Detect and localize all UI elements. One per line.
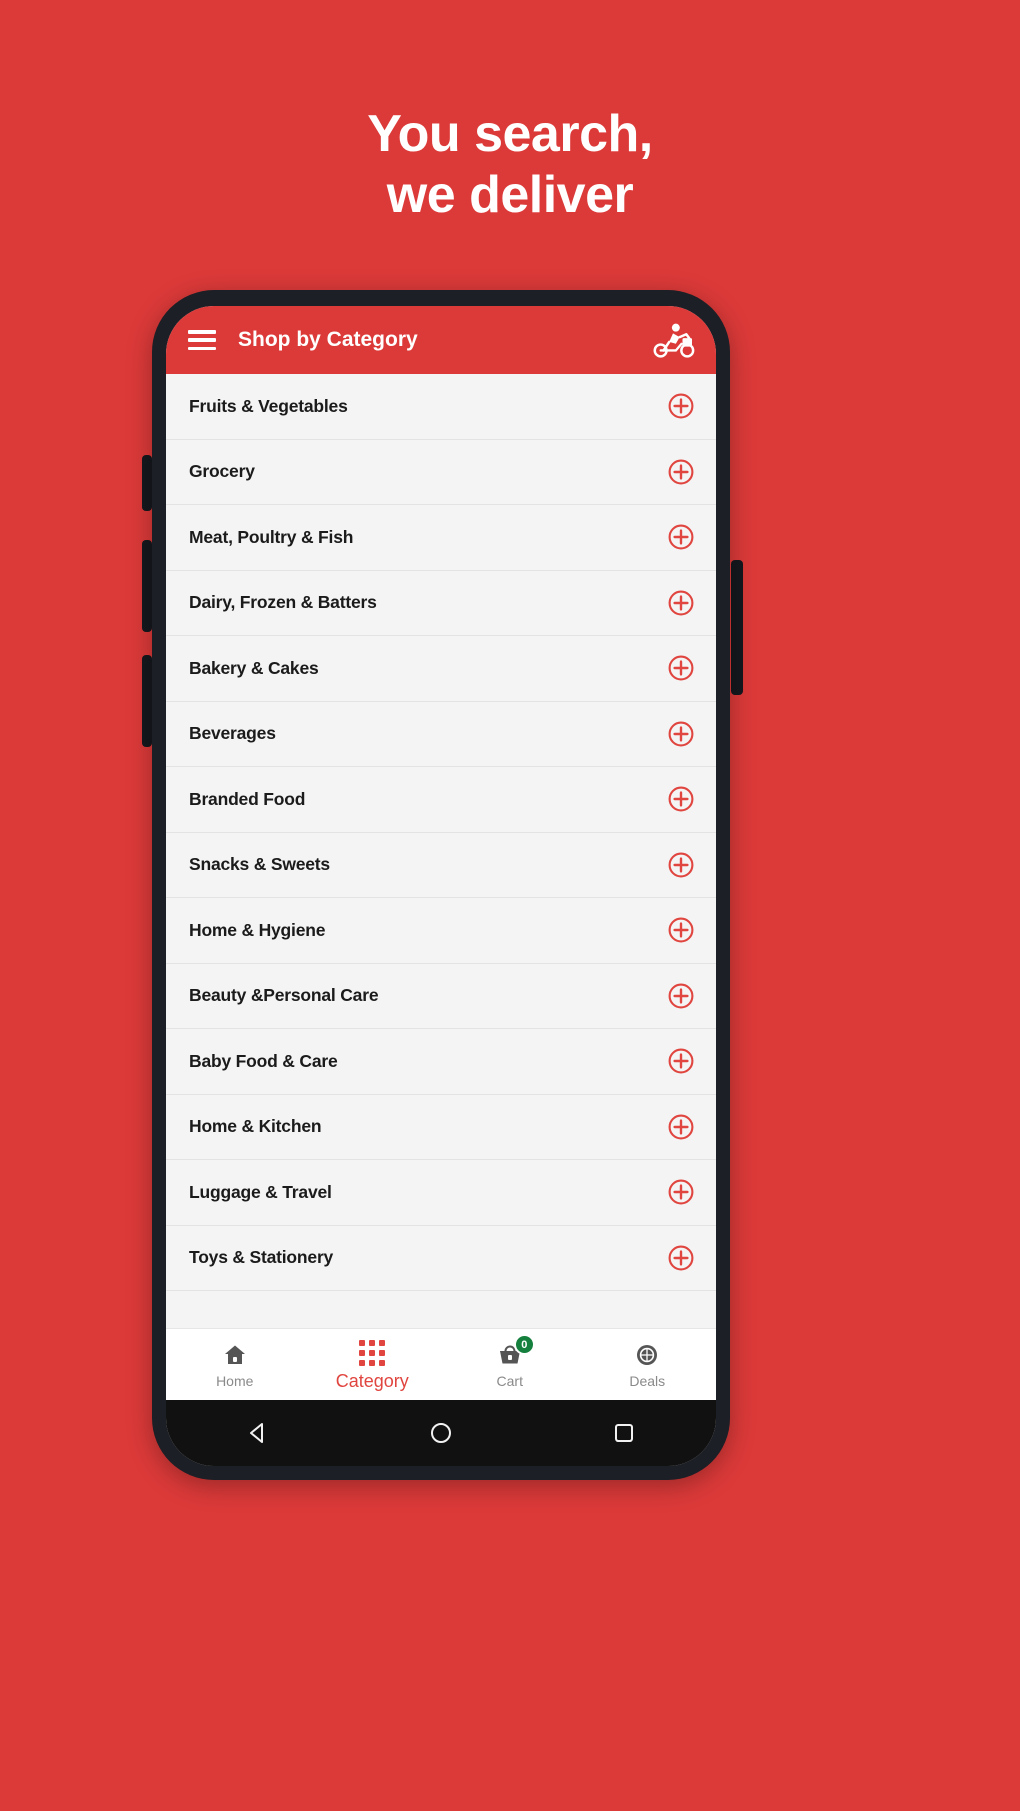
category-row[interactable]: Baby Food & Care	[166, 1029, 716, 1095]
phone-screen-bezel: Shop by Category Fruits & Vegetables Gro…	[166, 306, 716, 1466]
plus-circle-icon[interactable]	[668, 1179, 694, 1205]
category-row[interactable]: Bakery & Cakes	[166, 636, 716, 702]
nav-tab-category-label: Category	[335, 1371, 409, 1391]
home-icon	[223, 1341, 247, 1369]
nav-tab-deals[interactable]: Deals	[579, 1329, 717, 1400]
category-row[interactable]: Fruits & Vegetables	[166, 374, 716, 440]
category-label: Baby Food & Care	[189, 1050, 338, 1071]
category-label: Snacks & Sweets	[189, 854, 330, 875]
plus-circle-icon[interactable]	[668, 524, 694, 550]
category-label: Dairy, Frozen & Batters	[189, 592, 377, 613]
nav-tab-cart-label: Cart	[496, 1373, 523, 1389]
plus-circle-icon[interactable]	[668, 917, 694, 943]
android-navigation-bar	[166, 1400, 716, 1466]
plus-circle-icon[interactable]	[668, 393, 694, 419]
category-row[interactable]: Home & Kitchen	[166, 1094, 716, 1160]
headline-line-2: we deliver	[386, 166, 634, 225]
phone-side-button-volume-up	[142, 540, 152, 632]
plus-circle-icon[interactable]	[668, 721, 694, 747]
plus-circle-icon[interactable]	[668, 983, 694, 1009]
plus-circle-icon[interactable]	[668, 852, 694, 878]
category-row[interactable]: Branded Food	[166, 767, 716, 833]
category-label: Beverages	[189, 723, 276, 744]
nav-tab-cart[interactable]: 0 Cart	[441, 1329, 579, 1400]
cart-icon: 0	[497, 1334, 535, 1369]
back-triangle-icon[interactable]	[244, 1419, 272, 1447]
headline-line-1: You search,	[367, 105, 653, 163]
category-row[interactable]: Home & Hygiene	[166, 898, 716, 964]
phone-side-button-mute	[142, 455, 152, 511]
category-label: Bakery & Cakes	[189, 657, 319, 678]
plus-circle-icon[interactable]	[668, 590, 694, 616]
app-header-bar: Shop by Category	[166, 306, 716, 374]
cart-count-badge: 0	[513, 1334, 535, 1355]
category-label: Luggage & Travel	[189, 1181, 332, 1202]
plus-circle-icon[interactable]	[668, 459, 694, 485]
category-row[interactable]: Toys & Stationery	[166, 1225, 716, 1291]
page-title: Shop by Category	[238, 328, 418, 351]
category-row[interactable]: Snacks & Sweets	[166, 832, 716, 898]
category-row[interactable]: Meat, Poultry & Fish	[166, 505, 716, 571]
category-label: Fruits & Vegetables	[189, 395, 348, 416]
category-label: Meat, Poultry & Fish	[189, 526, 354, 547]
bottom-navigation-bar: Home Category 0 Cart Deals	[166, 1328, 716, 1400]
phone-mockup: Shop by Category Fruits & Vegetables Gro…	[152, 290, 730, 1480]
recents-square-icon[interactable]	[610, 1419, 638, 1447]
hamburger-menu-icon[interactable]	[188, 330, 216, 350]
category-row[interactable]: Grocery	[166, 439, 716, 505]
category-label: Toys & Stationery	[189, 1247, 334, 1268]
nav-tab-deals-label: Deals	[629, 1373, 666, 1389]
category-label: Home & Kitchen	[189, 1116, 322, 1137]
category-row[interactable]: Luggage & Travel	[166, 1160, 716, 1226]
category-row[interactable]: Beauty &Personal Care	[166, 963, 716, 1029]
plus-circle-icon[interactable]	[668, 1048, 694, 1074]
grid-icon	[359, 1339, 386, 1367]
promo-headline: You search, we deliver	[0, 104, 1020, 227]
category-label: Beauty &Personal Care	[189, 985, 379, 1006]
plus-circle-icon[interactable]	[668, 1245, 694, 1271]
category-label: Home & Hygiene	[189, 919, 326, 940]
delivery-scooter-icon[interactable]	[650, 321, 696, 359]
plus-circle-icon[interactable]	[668, 655, 694, 681]
category-row[interactable]: Beverages	[166, 701, 716, 767]
nav-tab-home-label: Home	[216, 1373, 254, 1389]
category-label: Branded Food	[189, 788, 306, 809]
category-label: Grocery	[189, 461, 255, 482]
plus-circle-icon[interactable]	[668, 786, 694, 812]
nav-tab-home[interactable]: Home	[166, 1329, 304, 1400]
deals-tag-icon	[635, 1341, 659, 1369]
category-row[interactable]: Dairy, Frozen & Batters	[166, 570, 716, 636]
home-circle-icon[interactable]	[427, 1419, 455, 1447]
category-list: Fruits & Vegetables Grocery Meat, Poultr…	[166, 374, 716, 1328]
nav-tab-category[interactable]: Category	[304, 1329, 442, 1400]
app-screen: Shop by Category Fruits & Vegetables Gro…	[166, 306, 716, 1466]
phone-side-button-power	[731, 560, 743, 695]
phone-side-button-volume-dn	[142, 655, 152, 747]
plus-circle-icon[interactable]	[668, 1114, 694, 1140]
